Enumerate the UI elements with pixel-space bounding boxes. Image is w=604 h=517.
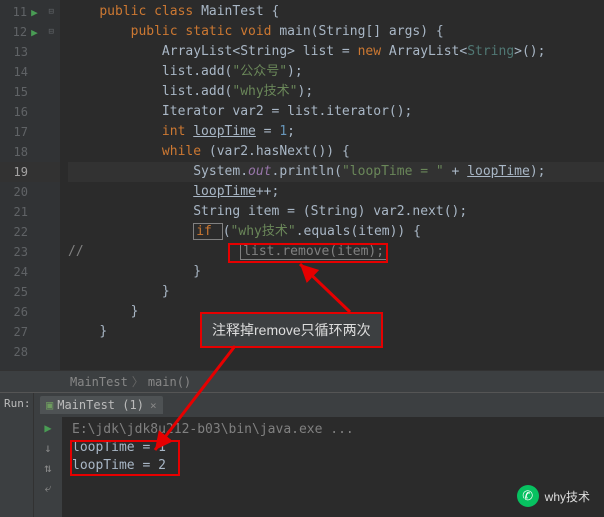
run-panel-label: Run:	[0, 393, 34, 517]
line-number: 14	[6, 65, 28, 79]
line-number: 22	[6, 225, 28, 239]
stop-icon[interactable]: ↓	[44, 441, 51, 455]
breadcrumb-item[interactable]: MainTest	[70, 375, 128, 389]
run-gutter-icon[interactable]: ▶	[31, 6, 46, 19]
line-number: 12	[6, 25, 27, 39]
line-number: 15	[6, 85, 28, 99]
line-number: 23	[6, 245, 28, 259]
breadcrumb-item[interactable]: main()	[148, 375, 191, 389]
line-number: 11	[6, 5, 27, 19]
line-number: 17	[6, 125, 28, 139]
close-icon[interactable]: ×	[150, 399, 157, 412]
code-editor[interactable]: 11▶⊟ 12▶⊟ 13 14 15 16 17 18 19 20 21 22 …	[0, 0, 604, 370]
gutter: 11▶⊟ 12▶⊟ 13 14 15 16 17 18 19 20 21 22 …	[0, 0, 60, 370]
run-tab[interactable]: ▣ MainTest (1) ×	[40, 396, 163, 414]
run-config-icon: ▣	[46, 398, 53, 412]
console-line: E:\jdk\jdk8u212-b03\bin\java.exe ...	[72, 421, 594, 439]
line-number: 20	[6, 185, 28, 199]
chevron-right-icon: 〉	[132, 373, 144, 390]
run-toolbar: ▶ ↓ ⇅ ⤶	[34, 417, 62, 517]
line-number: 26	[6, 305, 28, 319]
line-number: 16	[6, 105, 28, 119]
line-number: 25	[6, 285, 28, 299]
fold-icon[interactable]: ⊟	[48, 7, 60, 17]
line-number: 28	[6, 345, 28, 359]
wrap-icon[interactable]: ⤶	[45, 481, 52, 496]
line-number: 18	[6, 145, 28, 159]
run-tabs: ▣ MainTest (1) ×	[34, 393, 604, 417]
filter-icon[interactable]: ⇅	[44, 461, 51, 475]
line-number: 27	[6, 325, 28, 339]
fold-icon[interactable]: ⊟	[48, 27, 60, 37]
console-line: loopTime = 2	[72, 457, 594, 475]
console-output[interactable]: E:\jdk\jdk8u212-b03\bin\java.exe ... loo…	[62, 417, 604, 517]
line-number: 19	[6, 165, 28, 179]
code-area[interactable]: public class MainTest { public static vo…	[60, 0, 604, 370]
breadcrumb[interactable]: MainTest 〉 main()	[0, 370, 604, 392]
line-number: 21	[6, 205, 28, 219]
run-gutter-icon[interactable]: ▶	[31, 26, 46, 39]
run-tab-label: MainTest (1)	[57, 398, 144, 412]
line-number: 13	[6, 45, 28, 59]
rerun-icon[interactable]: ▶	[44, 421, 51, 435]
console-line: loopTime = 1	[72, 439, 594, 457]
run-panel: Run: ▣ MainTest (1) × ▶ ↓ ⇅ ⤶ E:\jdk\jdk…	[0, 392, 604, 517]
line-number: 24	[6, 265, 28, 279]
